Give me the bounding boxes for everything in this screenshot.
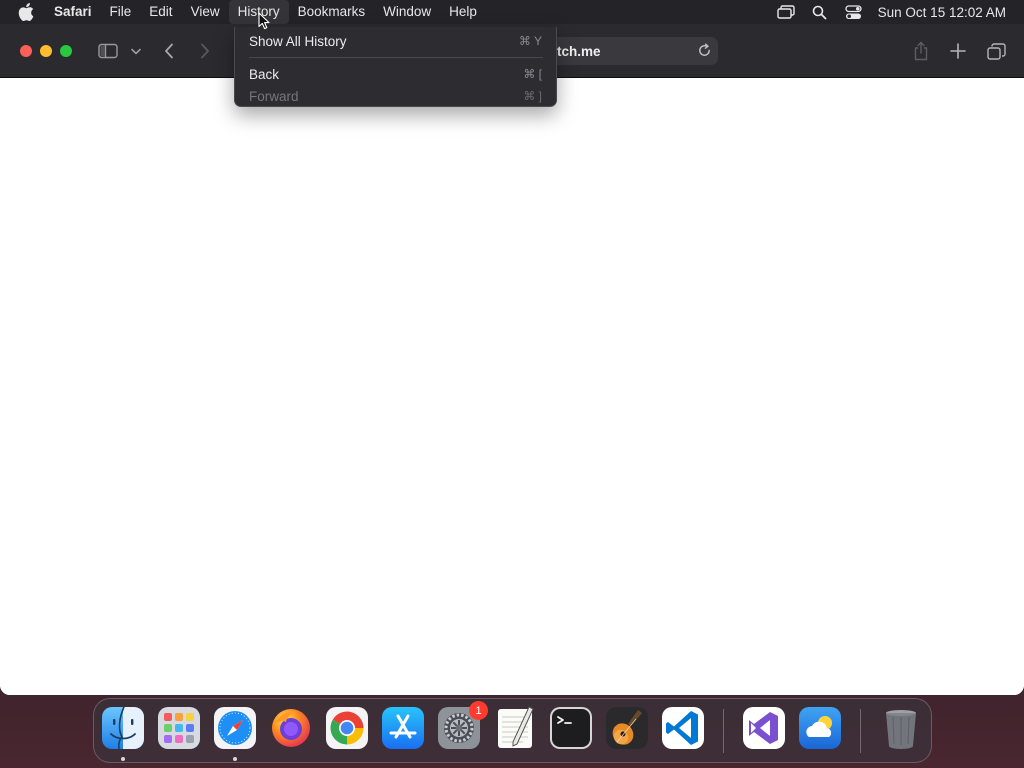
tab-group-chevron-down-icon[interactable] [129, 38, 143, 64]
control-center-icon[interactable] [837, 4, 871, 20]
menu-window[interactable]: Window [374, 0, 440, 24]
dock-separator [860, 709, 861, 753]
new-tab-plus-icon[interactable] [948, 38, 968, 64]
screen-mirroring-icon[interactable] [769, 5, 803, 19]
back-chevron-icon[interactable] [160, 38, 178, 64]
menu-bookmarks[interactable]: Bookmarks [289, 0, 375, 24]
menu-item-label: Forward [249, 88, 299, 104]
system-settings-icon[interactable]: 1 [437, 701, 488, 750]
zoom-window-button[interactable] [60, 45, 72, 57]
garageband-icon[interactable] [605, 706, 649, 750]
mouse-cursor-icon [258, 12, 271, 35]
running-indicator [233, 757, 237, 761]
menu-item-shortcut: ⌘ [ [523, 67, 542, 81]
menu-separator [249, 57, 543, 58]
menu-item-forward[interactable]: Forward ⌘ ] [235, 85, 556, 106]
terminal-icon[interactable] [549, 706, 593, 750]
history-menu: Show All History ⌘ Y Back ⌘ [ Forward ⌘ … [234, 27, 557, 107]
chrome-icon[interactable] [325, 706, 369, 750]
firefox-icon[interactable] [269, 706, 313, 750]
finder-icon[interactable] [101, 706, 145, 750]
menu-item-back[interactable]: Back ⌘ [ [235, 63, 556, 85]
notification-badge: 1 [469, 701, 488, 720]
menu-edit[interactable]: Edit [140, 0, 181, 24]
app-store-icon[interactable] [381, 706, 425, 750]
apple-menu-icon[interactable] [18, 3, 36, 21]
textedit-icon[interactable] [493, 706, 537, 750]
visual-studio-icon[interactable] [742, 706, 786, 750]
menu-item-show-all-history[interactable]: Show All History ⌘ Y [235, 30, 556, 52]
menu-view[interactable]: View [182, 0, 229, 24]
menu-item-label: Back [249, 66, 280, 82]
running-indicator [121, 757, 125, 761]
sidebar-toggle-icon[interactable] [96, 38, 120, 64]
forward-chevron-icon[interactable] [196, 38, 214, 64]
dock-separator [723, 709, 724, 753]
minimize-window-button[interactable] [40, 45, 52, 57]
menu-bar: Safari File Edit View History Bookmarks … [0, 0, 1024, 24]
share-icon[interactable] [911, 38, 931, 64]
menu-item-shortcut: ⌘ Y [518, 34, 542, 48]
address-bar-url[interactable]: tch.me [557, 44, 601, 59]
tab-overview-icon[interactable] [985, 38, 1007, 64]
menu-help[interactable]: Help [440, 0, 486, 24]
menu-bar-clock[interactable]: Sun Oct 15 12:02 AM [878, 5, 1006, 20]
weather-icon[interactable] [798, 706, 842, 750]
safari-window: tch.me [0, 24, 1024, 695]
vscode-icon[interactable] [661, 706, 705, 750]
web-content-area[interactable] [0, 78, 1024, 695]
menu-file[interactable]: File [101, 0, 141, 24]
menu-item-label: Show All History [249, 33, 347, 49]
spotlight-search-icon[interactable] [803, 5, 837, 20]
dock: 1 [93, 698, 932, 763]
close-window-button[interactable] [20, 45, 32, 57]
reload-icon[interactable] [697, 43, 712, 61]
menu-safari[interactable]: Safari [51, 0, 101, 24]
trash-icon[interactable] [879, 706, 923, 750]
safari-icon[interactable] [213, 706, 257, 750]
menu-item-shortcut: ⌘ ] [523, 89, 542, 103]
launchpad-icon[interactable] [157, 706, 201, 750]
